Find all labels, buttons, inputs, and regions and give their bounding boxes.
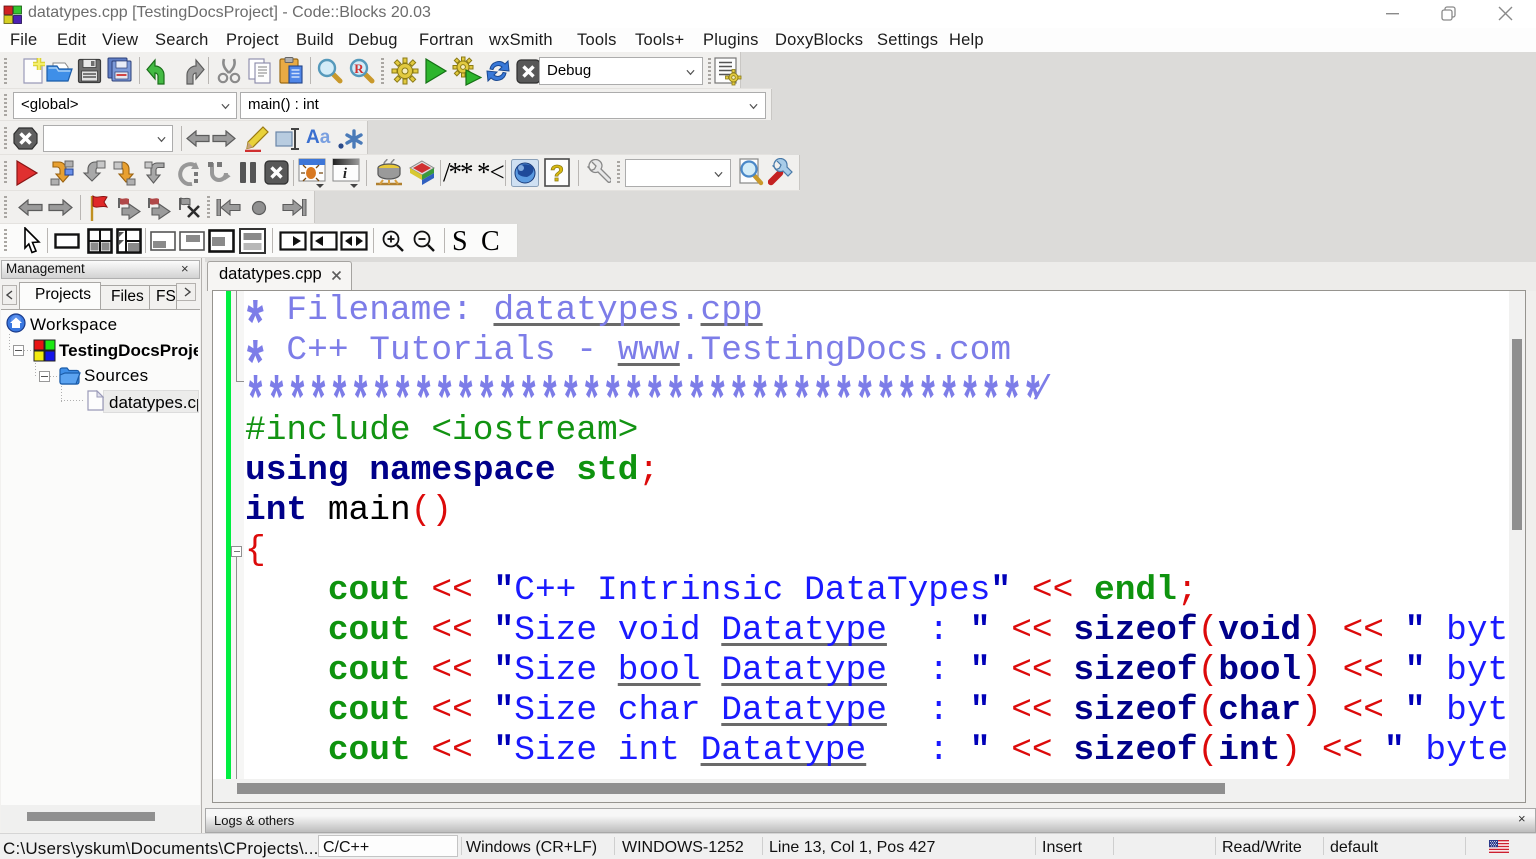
svg-text:?: ?: [550, 160, 564, 186]
svg-text:R: R: [354, 61, 364, 76]
